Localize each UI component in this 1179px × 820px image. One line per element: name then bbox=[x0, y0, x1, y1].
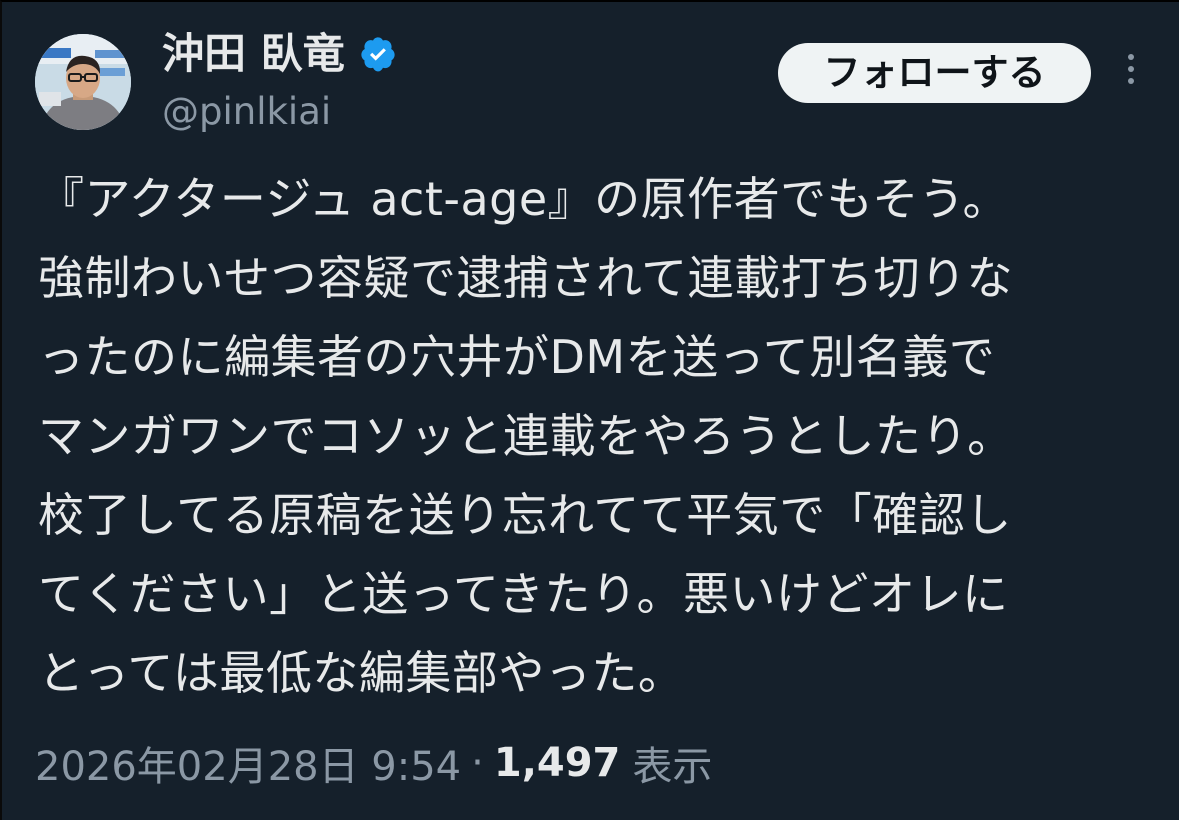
author-handle[interactable]: @pinlkiai bbox=[162, 86, 331, 138]
verified-badge-icon bbox=[361, 37, 395, 72]
post-text-line: ったのに編集者の穴井がDMを送って別名義で bbox=[38, 330, 996, 384]
post-text-line: マンガワンでコソッと連載をやろうとしたり。 bbox=[38, 409, 1014, 463]
post-text-line: とっては最低な編集部やった。 bbox=[38, 646, 685, 700]
post-text-line: 『アクタージュ act-age』の原作者でもそう。 bbox=[38, 172, 1009, 226]
post-text-line: 校了してる原稿を送り忘れてて平気で「確認し bbox=[38, 488, 1012, 542]
post-meta: 2026年02月28日 9:54 · 1,497 表示 bbox=[35, 733, 712, 793]
post-text-line: てください」と送ってきたり。悪いけどオレに bbox=[38, 567, 1009, 621]
tweet-card: 沖田 臥竜 @pinlkiai フォローする 『アクタージュ act-age』の… bbox=[0, 0, 1179, 820]
author-name-row: 沖田 臥竜 bbox=[162, 28, 397, 80]
avatar-image bbox=[35, 34, 131, 130]
avatar[interactable] bbox=[35, 34, 131, 130]
post-text-line: 強制わいせつ容疑で逮捕されて連載打ち切りな bbox=[38, 251, 1014, 305]
view-count[interactable]: 1,497 bbox=[494, 740, 621, 786]
meta-separator: · bbox=[471, 740, 484, 786]
more-options-icon[interactable] bbox=[1119, 54, 1143, 94]
author-name[interactable]: 沖田 臥竜 bbox=[162, 28, 345, 80]
follow-button[interactable]: フォローする bbox=[778, 43, 1091, 103]
post-text: 『アクタージュ act-age』の原作者でもそう。 強制わいせつ容疑で逮捕されて… bbox=[38, 160, 1148, 713]
post-timestamp[interactable]: 2026年02月28日 9:54 bbox=[35, 734, 461, 792]
view-count-label: 表示 bbox=[632, 744, 713, 790]
